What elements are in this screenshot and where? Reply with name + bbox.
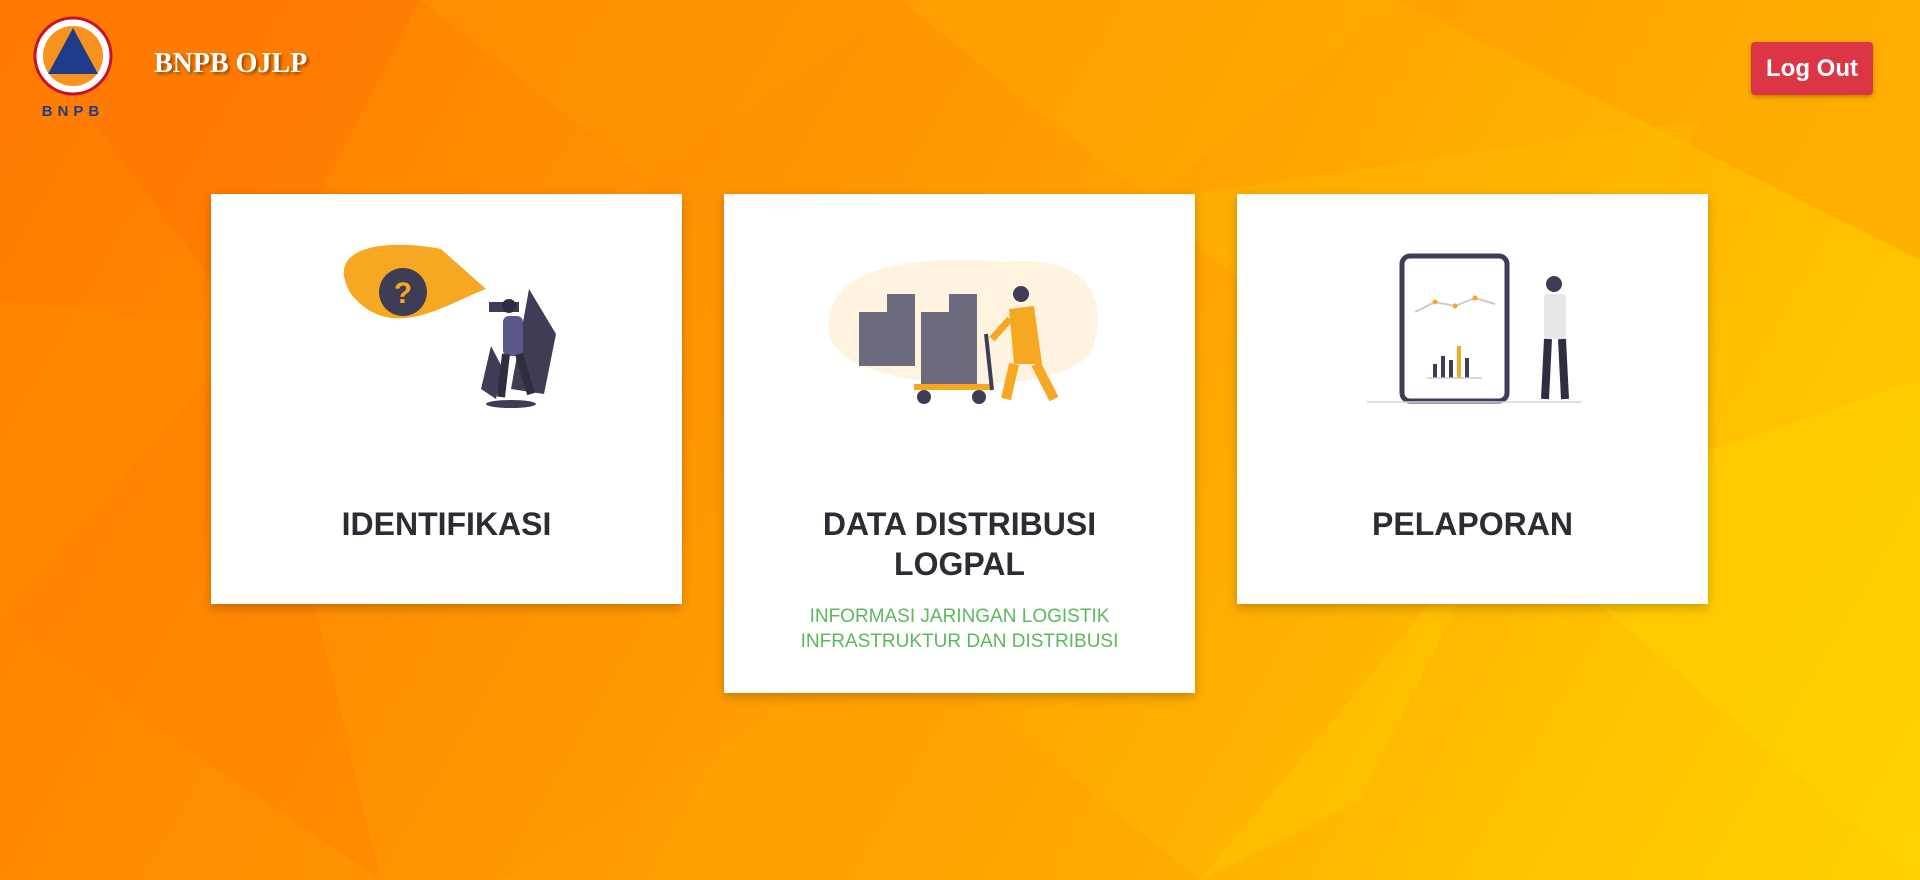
card-subtitle-line1: INFORMASI JARINGAN LOGISTIK bbox=[809, 606, 1110, 627]
tablet-report-icon bbox=[1367, 253, 1582, 404]
card-title: DATA DISTRIBUSI LOGPAL bbox=[724, 504, 1195, 584]
card-identifikasi[interactable]: ? IDENTIFIKASI bbox=[211, 194, 682, 604]
card-subtitle: INFORMASI JARINGAN LOGISTIK INFRASTRUKTU… bbox=[724, 604, 1195, 654]
warehouse-cart-icon bbox=[828, 259, 1099, 404]
searchlight-question-icon: ? bbox=[343, 244, 556, 408]
logout-button[interactable]: Log Out bbox=[1751, 42, 1873, 95]
card-title-line2: LOGPAL bbox=[894, 546, 1025, 582]
app-title: BNPB OJLP bbox=[154, 48, 308, 79]
svg-text:?: ? bbox=[394, 277, 412, 310]
app-header: BNPB BNPB OJLP Log Out bbox=[0, 0, 1920, 130]
card-subtitle-line2: INFRASTRUKTUR DAN DISTRIBUSI bbox=[800, 631, 1119, 652]
svg-text:BNPB: BNPB bbox=[42, 103, 105, 120]
card-pelaporan[interactable]: PELAPORAN bbox=[1237, 194, 1708, 604]
card-title-line1: DATA DISTRIBUSI bbox=[822, 506, 1097, 542]
card-data-distribusi[interactable]: DATA DISTRIBUSI LOGPAL INFORMASI JARINGA… bbox=[724, 194, 1195, 693]
card-title: IDENTIFIKASI bbox=[341, 506, 552, 542]
bnpb-logo: BNPB bbox=[33, 16, 113, 120]
card-title: PELAPORAN bbox=[1372, 506, 1573, 542]
